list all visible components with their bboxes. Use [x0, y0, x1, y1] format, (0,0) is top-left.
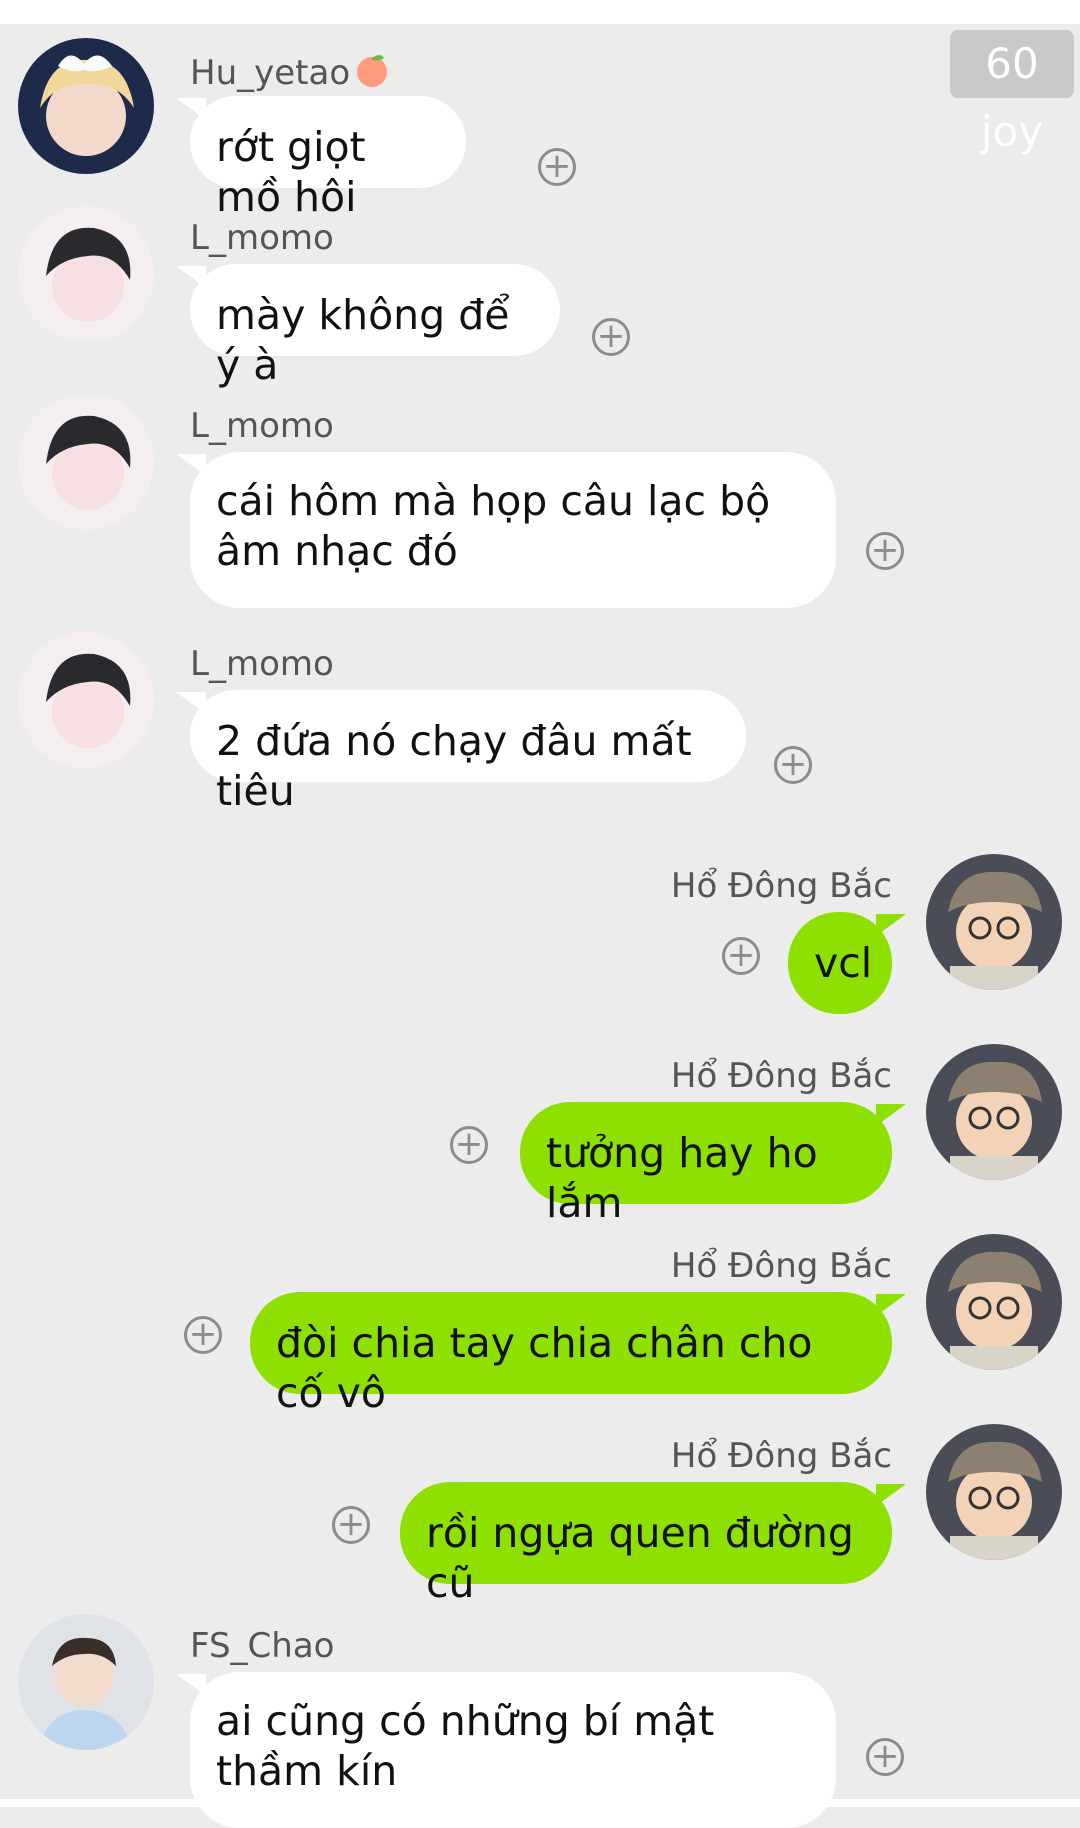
chat-message: Hổ Đông Bắc rồi ngựa quen đường cũ + — [0, 1424, 1080, 1607]
sender-name: FS_Chao — [190, 1626, 335, 1666]
avatar[interactable] — [18, 632, 154, 768]
sender-name: L_momo — [190, 218, 334, 258]
message-bubble[interactable]: cái hôm mà họp câu lạc bộ âm nhạc đó — [176, 452, 836, 608]
avatar[interactable] — [926, 1234, 1062, 1370]
plus-circle-icon[interactable]: + — [592, 318, 630, 356]
status-bar-strip — [0, 0, 1080, 24]
sender-name: Hổ Đông Bắc — [670, 1436, 892, 1476]
sender-name: Hu_yetao — [190, 50, 392, 99]
plus-circle-icon[interactable]: + — [866, 1738, 904, 1776]
message-bubble[interactable]: mày không để ý à — [176, 264, 560, 389]
message-bubble[interactable]: 2 đứa nó chạy đâu mất tiêu — [176, 690, 746, 815]
avatar[interactable] — [18, 38, 154, 174]
message-bubble[interactable]: rồi ngựa quen đường cũ — [400, 1482, 906, 1607]
avatar[interactable] — [926, 1044, 1062, 1180]
avatar[interactable] — [18, 206, 154, 342]
sender-name: Hổ Đông Bắc — [670, 1056, 892, 1096]
avatar[interactable] — [926, 854, 1062, 990]
plus-circle-icon[interactable]: + — [332, 1506, 370, 1544]
sender-name: L_momo — [190, 406, 334, 446]
chat-message: Hu_yetao rớt giọt mồ hôi + — [0, 38, 1080, 221]
avatar[interactable] — [926, 1424, 1062, 1560]
message-bubble[interactable]: tưởng hay ho lắm — [520, 1102, 906, 1227]
message-bubble[interactable]: vcl — [788, 912, 906, 1014]
chat-message: FS_Chao ai cũng có những bí mật thầm kín… — [0, 1614, 1080, 1828]
sender-name: L_momo — [190, 644, 334, 684]
avatar[interactable] — [18, 1614, 154, 1750]
plus-circle-icon[interactable]: + — [866, 532, 904, 570]
sender-name: Hổ Đông Bắc — [670, 866, 892, 906]
chat-message: L_momo 2 đứa nó chạy đâu mất tiêu + — [0, 632, 1080, 815]
plus-circle-icon[interactable]: + — [450, 1126, 488, 1164]
bottom-strip — [0, 1799, 1080, 1807]
chat-message: L_momo mày không để ý à + — [0, 206, 1080, 389]
message-bubble[interactable]: rớt giọt mồ hôi — [176, 96, 466, 221]
message-bubble[interactable]: đòi chia tay chia chân cho cố vô — [250, 1292, 906, 1417]
chat-message: Hổ Đông Bắc tưởng hay ho lắm + — [0, 1044, 1080, 1227]
plus-circle-icon[interactable]: + — [184, 1316, 222, 1354]
plus-circle-icon[interactable]: + — [538, 148, 576, 186]
avatar[interactable] — [18, 394, 154, 530]
peach-emoji-icon — [352, 50, 392, 99]
sender-name: Hổ Đông Bắc — [670, 1246, 892, 1286]
plus-circle-icon[interactable]: + — [722, 937, 760, 975]
chat-message: L_momo cái hôm mà họp câu lạc bộ âm nhạc… — [0, 394, 1080, 608]
chat-message: Hổ Đông Bắc đòi chia tay chia chân cho c… — [0, 1234, 1080, 1417]
plus-circle-icon[interactable]: + — [774, 746, 812, 784]
chat-message: Hổ Đông Bắc vcl + — [0, 854, 1080, 1014]
